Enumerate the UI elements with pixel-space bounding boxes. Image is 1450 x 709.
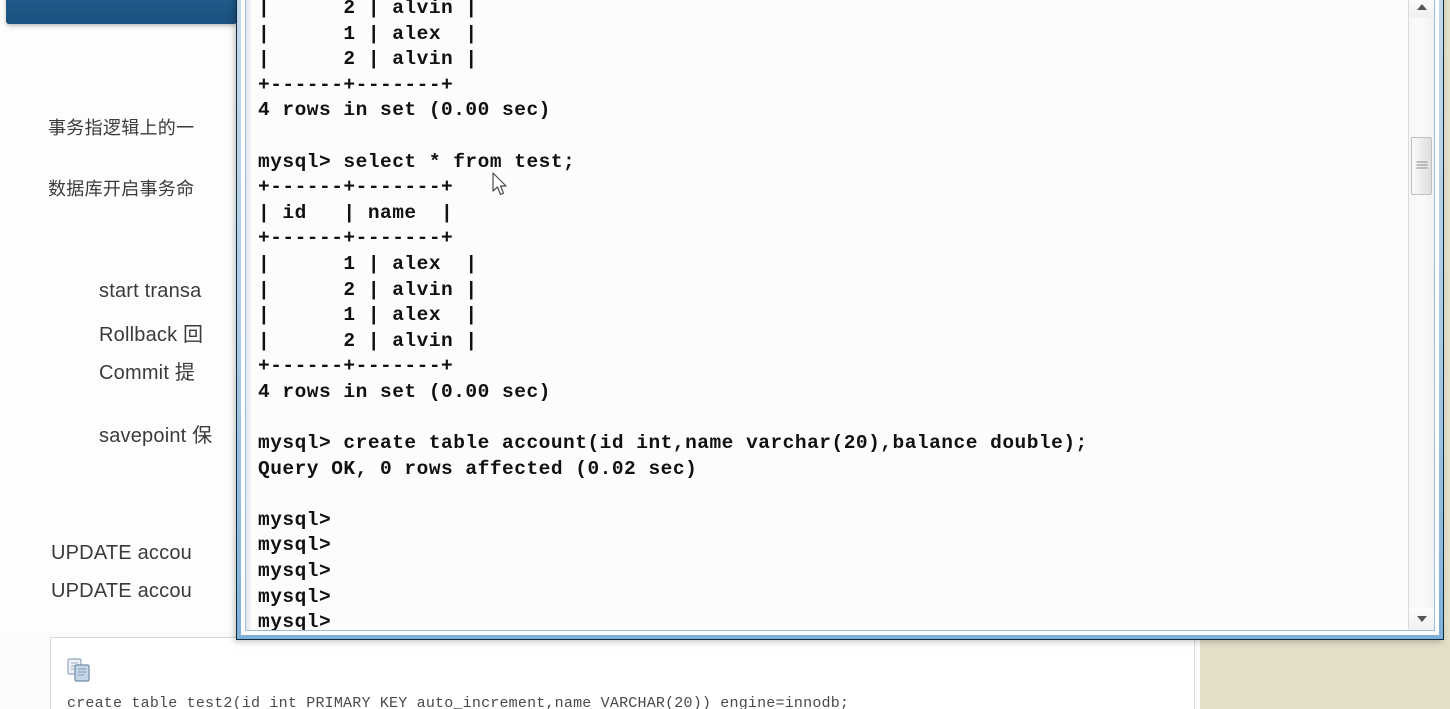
scroll-down-button[interactable] <box>1410 608 1434 630</box>
mysql-console-window[interactable]: | 2 | alvin | | 1 | alex | | 2 | alvin |… <box>236 0 1444 640</box>
doc-paragraph-1: 事务指逻辑上的一 <box>48 118 195 138</box>
doc-paragraph-2: 数据库开启事务命 <box>48 179 195 199</box>
scroll-down-arrow-icon <box>1417 616 1427 622</box>
doc-line-commit: Commit 提 <box>99 362 196 384</box>
scroll-up-arrow-icon <box>1417 4 1427 10</box>
terminal-content-area[interactable]: | 2 | alvin | | 1 | alex | | 2 | alvin |… <box>245 0 1435 631</box>
doc-line-rollback: Rollback 回 <box>99 324 204 346</box>
screen-root: 事务指逻辑上的一 数据库开启事务命 start transa Rollback … <box>0 0 1450 709</box>
app-ribbon-bar[interactable] <box>6 0 237 24</box>
copy-icon[interactable] <box>67 658 93 682</box>
scrollbar-thumb[interactable] <box>1411 137 1432 196</box>
doc-line-update-1: UPDATE accou <box>51 542 192 564</box>
scroll-up-button[interactable] <box>1410 0 1434 18</box>
scrollbar-grip-icon <box>1416 161 1427 171</box>
window-frame: | 2 | alvin | | 1 | alex | | 2 | alvin |… <box>237 0 1443 639</box>
terminal-vertical-scrollbar[interactable] <box>1408 0 1434 630</box>
terminal-output-text: | 2 | alvin | | 1 | alex | | 2 | alvin |… <box>258 0 1088 631</box>
doc-line-savepoint: savepoint 保 <box>99 425 213 447</box>
doc-line-update-2: UPDATE accou <box>51 580 192 602</box>
doc-line-start-transaction: start transa <box>99 280 202 302</box>
code-block-panel: create table test2(id int PRIMARY KEY au… <box>50 637 1195 709</box>
code-snippet-text: create table test2(id int PRIMARY KEY au… <box>67 695 850 709</box>
terminal-left-gutter <box>246 0 251 630</box>
